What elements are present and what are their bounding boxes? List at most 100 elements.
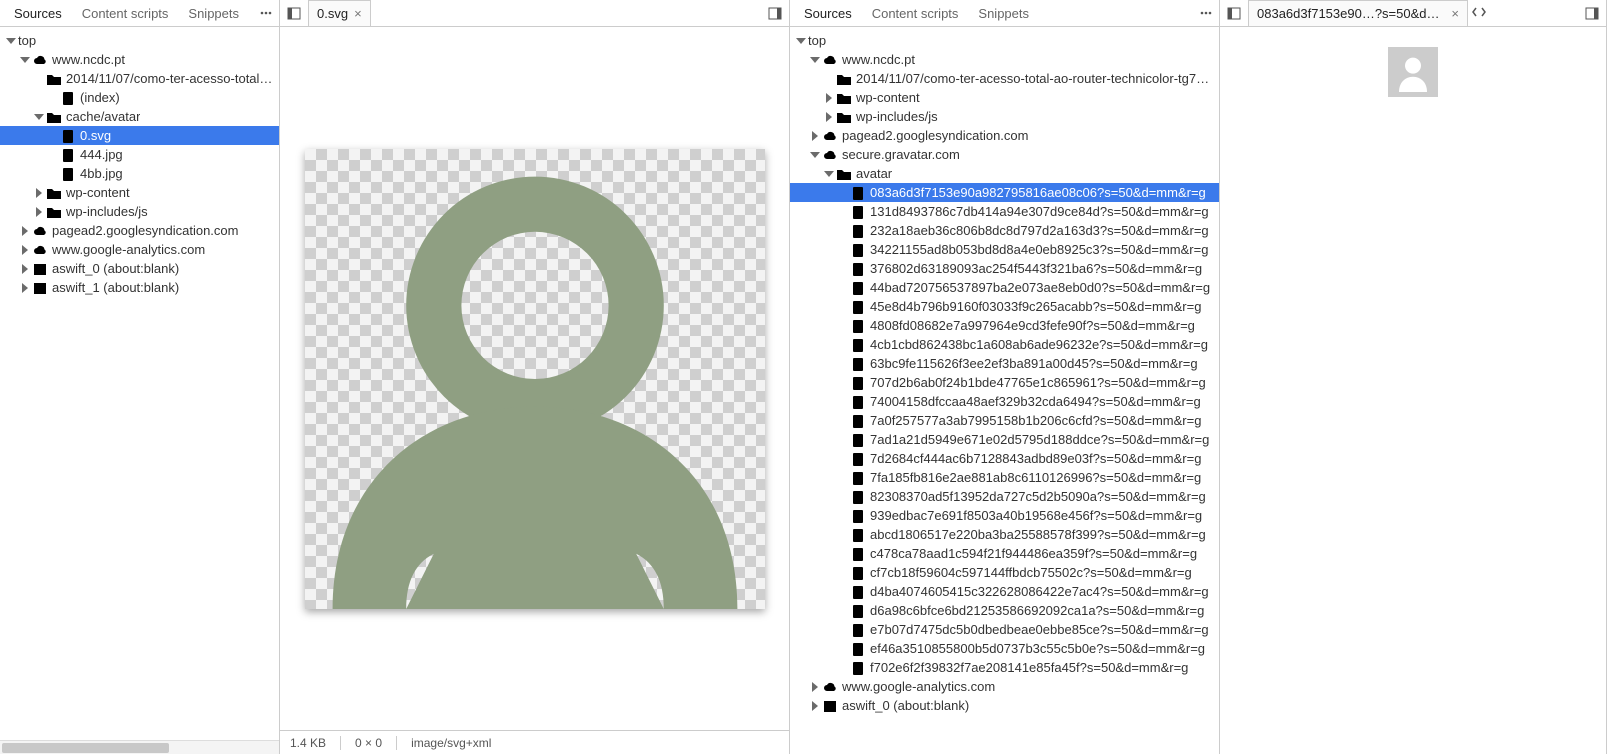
disclosure-triangle-icon[interactable] [20, 264, 30, 274]
tree-row[interactable]: 7fa185fb816e2ae881ab8c6110126996?s=50&d=… [790, 468, 1219, 487]
tree-row[interactable]: 34221155ad8b053bd8d8a4e0eb8925c3?s=50&d=… [790, 240, 1219, 259]
tree-row[interactable]: wp-includes/js [790, 107, 1219, 126]
tab-sources-r[interactable]: Sources [794, 2, 862, 25]
tree-row[interactable]: 083a6d3f7153e90a982795816ae08c06?s=50&d=… [790, 183, 1219, 202]
tree-row[interactable]: top [0, 31, 279, 50]
tree-row[interactable]: 376802d63189093ac254f5443f321ba6?s=50&d=… [790, 259, 1219, 278]
more-options-icon[interactable] [257, 4, 275, 22]
disclosure-triangle-icon[interactable] [810, 701, 820, 711]
tree-row[interactable]: 4cb1cbd862438bc1a608ab6ade96232e?s=50&d=… [790, 335, 1219, 354]
tree-row[interactable]: aswift_0 (about:blank) [790, 696, 1219, 715]
tree-row[interactable]: secure.gravatar.com [790, 145, 1219, 164]
nav-panel-left-icon[interactable] [284, 3, 304, 23]
disclosure-triangle-icon[interactable] [20, 55, 30, 65]
file-icon [850, 641, 866, 657]
tab-content-scripts-r[interactable]: Content scripts [862, 2, 969, 25]
tree-row[interactable]: f702e6f2f39832f7ae208141e85fa45f?s=50&d=… [790, 658, 1219, 677]
nav-panel-left-icon-r[interactable] [1224, 3, 1244, 23]
tree-row[interactable]: c478ca78aad1c594f21f944486ea359f?s=50&d=… [790, 544, 1219, 563]
disclosure-triangle-icon[interactable] [20, 283, 30, 293]
tree-row-label: pagead2.googlesyndication.com [842, 128, 1028, 143]
disclosure-triangle-icon[interactable] [824, 169, 834, 179]
tree-row[interactable]: 74004158dfccaa48aef329b32cda6494?s=50&d=… [790, 392, 1219, 411]
nav-panel-right-icon[interactable] [765, 3, 785, 23]
tree-row[interactable]: abcd1806517e220ba3ba25588578f399?s=50&d=… [790, 525, 1219, 544]
tree-row[interactable]: 2014/11/07/como-ter-acesso-total-ao-ro [0, 69, 279, 88]
file-icon [850, 375, 866, 391]
tree-row[interactable]: www.google-analytics.com [790, 677, 1219, 696]
disclosure-triangle-icon[interactable] [20, 245, 30, 255]
tree-row[interactable]: wp-content [790, 88, 1219, 107]
file-icon [850, 527, 866, 543]
tree-row[interactable]: 63bc9fe115626f3ee2ef3ba891a00d45?s=50&d=… [790, 354, 1219, 373]
disclosure-triangle-icon[interactable] [6, 36, 16, 46]
tab-snippets-r[interactable]: Snippets [968, 2, 1039, 25]
more-options-icon-r[interactable] [1197, 4, 1215, 22]
tree-row[interactable]: top [790, 31, 1219, 50]
tree-row[interactable]: 939edbac7e691f8503a40b19568e456f?s=50&d=… [790, 506, 1219, 525]
overflow-tabs-icon[interactable] [1472, 5, 1486, 22]
tree-row[interactable]: ef46a3510855800b5d0737b3c55c5b0e?s=50&d=… [790, 639, 1219, 658]
file-icon [850, 660, 866, 676]
disclosure-triangle-icon[interactable] [810, 150, 820, 160]
left-sources-panel: Sources Content scripts Snippets topwww.… [0, 0, 280, 754]
tree-row[interactable]: 7ad1a21d5949e671e02d5795d188ddce?s=50&d=… [790, 430, 1219, 449]
tree-row[interactable]: (index) [0, 88, 279, 107]
disclosure-triangle-icon[interactable] [796, 36, 806, 46]
tab-content-scripts[interactable]: Content scripts [72, 2, 179, 25]
horizontal-scrollbar[interactable] [0, 740, 279, 754]
tree-row[interactable]: 2014/11/07/como-ter-acesso-total-ao-rout… [790, 69, 1219, 88]
folder-icon [46, 109, 62, 125]
tree-row[interactable]: 444.jpg [0, 145, 279, 164]
tree-row[interactable]: 4808fd08682e7a997964e9cd3fefe90f?s=50&d=… [790, 316, 1219, 335]
tree-row[interactable]: aswift_1 (about:blank) [0, 278, 279, 297]
tree-row[interactable]: d6a98c6bfce6bd21253586692092ca1a?s=50&d=… [790, 601, 1219, 620]
disclosure-triangle-icon[interactable] [824, 93, 834, 103]
tab-sources[interactable]: Sources [4, 2, 72, 25]
open-file-tab-r[interactable]: 083a6d3f7153e90…?s=50&d=mm&r=g × [1248, 0, 1468, 26]
tree-row[interactable]: pagead2.googlesyndication.com [0, 221, 279, 240]
tree-row[interactable]: 131d8493786c7db414a94e307d9ce84d?s=50&d=… [790, 202, 1219, 221]
tree-row[interactable]: 4bb.jpg [0, 164, 279, 183]
disclosure-triangle-icon[interactable] [810, 131, 820, 141]
disclosure-triangle-icon[interactable] [810, 55, 820, 65]
tree-row[interactable]: 0.svg [0, 126, 279, 145]
disclosure-triangle-icon[interactable] [824, 112, 834, 122]
disclosure-triangle-icon[interactable] [34, 188, 44, 198]
tree-row[interactable]: pagead2.googlesyndication.com [790, 126, 1219, 145]
disclosure-triangle-icon[interactable] [34, 207, 44, 217]
tree-row[interactable]: wp-includes/js [0, 202, 279, 221]
tree-row[interactable]: wp-content [0, 183, 279, 202]
right-file-tree[interactable]: top www.ncdc.pt 2014/11/07/como-ter-acesso… [790, 27, 1219, 754]
tree-row[interactable]: avatar [790, 164, 1219, 183]
tree-row[interactable]: d4ba4074605415c322628086422e7ac4?s=50&d=… [790, 582, 1219, 601]
disclosure-triangle-icon[interactable] [810, 682, 820, 692]
left-file-tree[interactable]: topwww.ncdc.pt2014/11/07/como-ter-acesso… [0, 27, 279, 740]
tree-row[interactable]: www.google-analytics.com [0, 240, 279, 259]
tree-row[interactable]: e7b07d7475dc5b0dbedbeae0ebbe85ce?s=50&d=… [790, 620, 1219, 639]
tree-row[interactable]: cf7cb18f59604c597144ffbdcb75502c?s=50&d=… [790, 563, 1219, 582]
nav-panel-right-icon-r[interactable] [1582, 3, 1602, 23]
close-tab-icon[interactable]: × [354, 7, 362, 20]
tree-row[interactable]: www.ncdc.pt [0, 50, 279, 69]
tree-row[interactable]: 707d2b6ab0f24b1bde47765e1c865961?s=50&d=… [790, 373, 1219, 392]
tab-snippets[interactable]: Snippets [178, 2, 249, 25]
tree-row[interactable]: 7a0f257577a3ab7995158b1b206c6cfd?s=50&d=… [790, 411, 1219, 430]
tree-row[interactable]: 82308370ad5f13952da727c5d2b5090a?s=50&d=… [790, 487, 1219, 506]
close-tab-icon-r[interactable]: × [1451, 7, 1459, 20]
tree-row[interactable]: 7d2684cf444ac6b7128843adbd89e03f?s=50&d=… [790, 449, 1219, 468]
tree-row[interactable]: www.ncdc.pt [790, 50, 1219, 69]
disclosure-triangle-icon[interactable] [34, 112, 44, 122]
tree-row-label: aswift_1 (about:blank) [52, 280, 179, 295]
tree-row-label: aswift_0 (about:blank) [52, 261, 179, 276]
tree-row[interactable]: cache/avatar [0, 107, 279, 126]
disclosure-triangle-icon[interactable] [20, 226, 30, 236]
file-icon [850, 318, 866, 334]
tree-row[interactable]: aswift_0 (about:blank) [0, 259, 279, 278]
tree-row-label: www.ncdc.pt [842, 52, 915, 67]
tree-row[interactable]: 232a18aeb36c806b8dc8d797d2a163d3?s=50&d=… [790, 221, 1219, 240]
tree-row[interactable]: 45e8d4b796b9160f03033f9c265acabb?s=50&d=… [790, 297, 1219, 316]
tree-row[interactable]: 44bad720756537897ba2e073ae8eb0d0?s=50&d=… [790, 278, 1219, 297]
file-icon [60, 90, 76, 106]
open-file-tab[interactable]: 0.svg × [308, 0, 371, 26]
